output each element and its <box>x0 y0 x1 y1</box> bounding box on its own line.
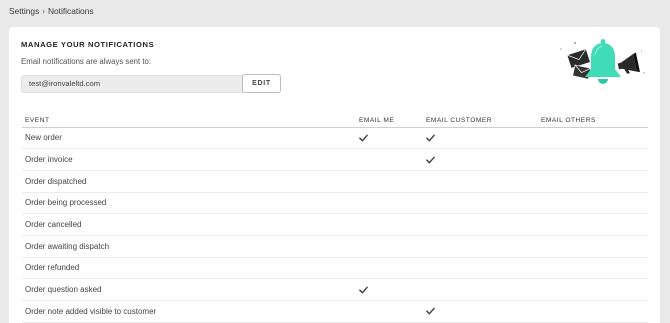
table-row: Order dispatched <box>22 170 648 193</box>
email-others-cell[interactable] <box>538 257 648 280</box>
event-name: Order awaiting dispatch <box>22 235 356 258</box>
table-row: Order being processed <box>22 192 648 215</box>
email-customer-cell[interactable] <box>423 278 538 301</box>
column-header-email-me: EMAIL ME <box>356 114 423 128</box>
event-name: Order dispatched <box>22 170 356 193</box>
breadcrumb-separator: › <box>42 7 45 16</box>
notifications-card: MANAGE YOUR NOTIFICATIONS Email notifica… <box>9 27 660 323</box>
checkmark-icon <box>426 307 435 315</box>
checkmark-icon <box>359 286 368 294</box>
checkmark-icon <box>426 134 435 142</box>
email-customer-cell[interactable] <box>423 192 538 215</box>
email-others-cell[interactable] <box>538 300 648 323</box>
event-name: Order note added visible to customer <box>22 300 356 323</box>
email-customer-cell[interactable] <box>423 170 538 193</box>
page-title: MANAGE YOUR NOTIFICATIONS <box>21 40 155 49</box>
column-header-event: EVENT <box>22 114 356 128</box>
event-name: Order being processed <box>22 192 356 215</box>
email-customer-cell[interactable] <box>423 300 538 323</box>
email-customer-cell[interactable] <box>423 148 538 171</box>
breadcrumb: Settings › Notifications <box>9 6 94 17</box>
notifications-table-body: New order Order invoice Order dispatched Or… <box>22 127 648 323</box>
column-header-email-others: EMAIL OTHERS <box>538 114 648 128</box>
email-me-cell[interactable] <box>356 170 423 193</box>
checkmark-icon <box>426 156 435 163</box>
email-customer-cell[interactable] <box>423 257 538 280</box>
notification-bell-illustration <box>560 39 645 84</box>
email-customer-cell[interactable] <box>423 213 538 236</box>
email-me-cell[interactable] <box>356 213 423 236</box>
table-row: Order question asked <box>22 278 648 301</box>
edit-email-button[interactable]: EDIT <box>242 74 281 93</box>
email-me-cell[interactable] <box>356 235 423 258</box>
table-row: Order cancelled <box>22 213 648 236</box>
notifications-table: EVENT EMAIL ME EMAIL CUSTOMER EMAIL OTHE… <box>22 114 648 323</box>
table-row: Order invoice <box>22 148 648 171</box>
breadcrumb-settings-link[interactable]: Settings <box>9 6 39 17</box>
email-me-cell[interactable] <box>356 300 423 323</box>
email-others-cell[interactable] <box>538 235 648 258</box>
event-name: Order question asked <box>22 278 356 301</box>
column-header-email-customer: EMAIL CUSTOMER <box>423 114 538 128</box>
event-name: Order refunded <box>22 257 356 280</box>
table-header-row: EVENT EMAIL ME EMAIL CUSTOMER EMAIL OTHE… <box>22 114 648 128</box>
checkmark-icon <box>359 134 368 142</box>
email-others-cell[interactable] <box>538 127 648 150</box>
event-name: Order invoice <box>22 148 356 171</box>
email-others-cell[interactable] <box>538 192 648 215</box>
breadcrumb-current: Notifications <box>47 6 94 16</box>
email-customer-cell[interactable] <box>423 127 538 150</box>
email-subtitle: Email notifications are always sent to: <box>21 57 152 66</box>
notification-email-field[interactable]: test@ironvaleltd.com <box>21 75 243 93</box>
email-me-cell[interactable] <box>356 192 423 215</box>
email-others-cell[interactable] <box>538 148 648 171</box>
table-row: New order <box>22 127 648 150</box>
table-row: Order refunded <box>22 257 648 280</box>
email-others-cell[interactable] <box>538 170 648 193</box>
email-me-cell[interactable] <box>356 148 423 171</box>
email-me-cell[interactable] <box>356 127 423 150</box>
email-me-cell[interactable] <box>356 257 423 280</box>
email-me-cell[interactable] <box>356 278 423 301</box>
table-row: Order awaiting dispatch <box>22 235 648 258</box>
email-others-cell[interactable] <box>538 213 648 236</box>
event-name: Order cancelled <box>22 213 356 236</box>
table-row: Order note added visible to customer <box>22 300 648 323</box>
event-name: New order <box>22 127 356 150</box>
email-customer-cell[interactable] <box>423 235 538 258</box>
email-others-cell[interactable] <box>538 278 648 301</box>
